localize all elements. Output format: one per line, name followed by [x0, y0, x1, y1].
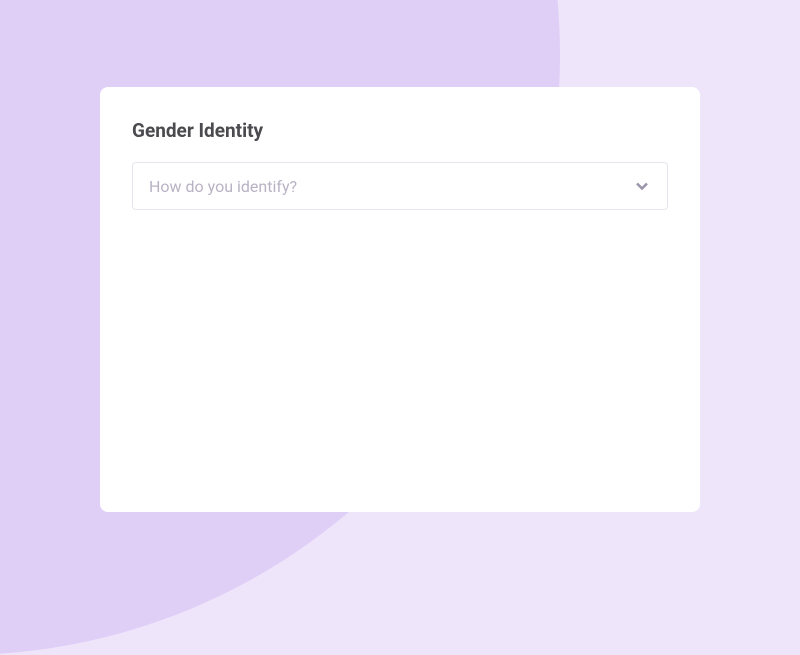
- form-card: Gender Identity How do you identify?: [100, 87, 700, 512]
- dropdown-placeholder: How do you identify?: [149, 177, 297, 196]
- form-title: Gender Identity: [132, 119, 668, 142]
- gender-identity-dropdown[interactable]: How do you identify?: [132, 162, 668, 210]
- chevron-down-icon: [633, 177, 651, 195]
